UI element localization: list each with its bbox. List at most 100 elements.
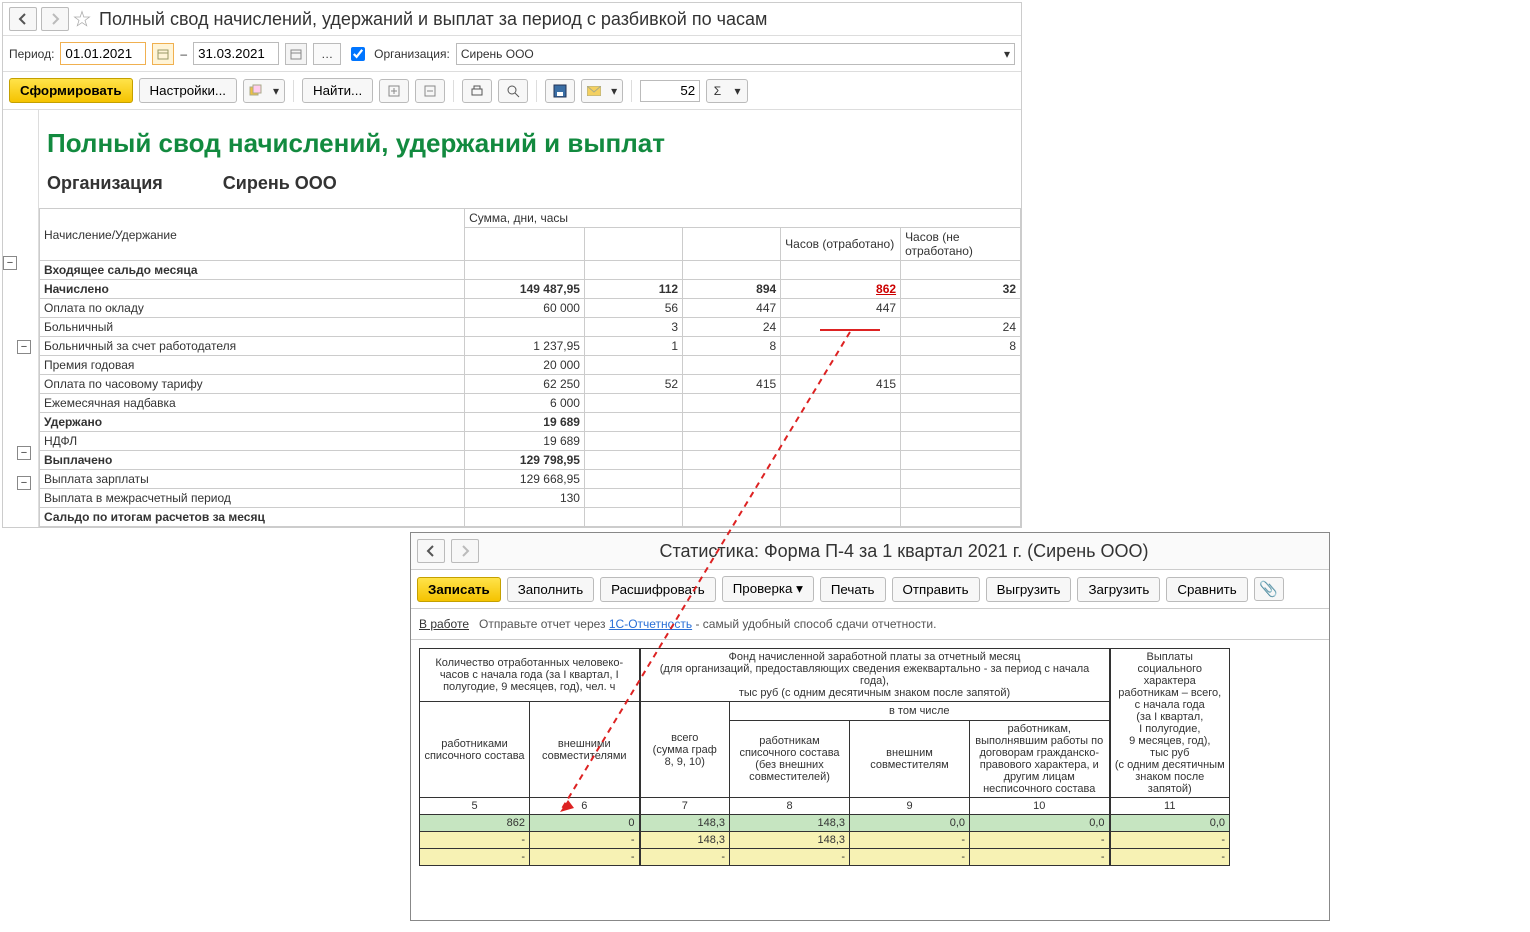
col-header-name: Начисление/Удержание <box>40 209 465 261</box>
p4-data-row[interactable]: - - - - - - - <box>420 849 1230 866</box>
table-row[interactable]: Премия годовая20 000 <box>40 356 1021 375</box>
print-button[interactable] <box>462 79 492 103</box>
star-icon[interactable] <box>73 10 91 28</box>
send-button[interactable]: Отправить <box>892 577 980 602</box>
table-row[interactable]: Сальдо по итогам расчетов за месяц <box>40 508 1021 527</box>
org-checkbox[interactable] <box>351 47 365 61</box>
preview-button[interactable] <box>498 79 528 103</box>
table-row[interactable]: Выплата зарплаты129 668,95 <box>40 470 1021 489</box>
table-row[interactable]: Больничный за счет работодателя1 237,951… <box>40 337 1021 356</box>
save-button[interactable] <box>545 79 575 103</box>
collapse-all-button[interactable] <box>415 79 445 103</box>
report-org-name: Сирень ООО <box>223 173 337 194</box>
nav-forward-button[interactable] <box>451 539 479 563</box>
collapse-toggle[interactable]: − <box>3 256 17 270</box>
report-window: Полный свод начислений, удержаний и выпл… <box>2 2 1022 528</box>
stack-icon <box>249 84 263 98</box>
find-button[interactable]: Найти... <box>302 78 373 103</box>
report-title: Полный свод начислений, удержаний и выпл… <box>39 110 1021 173</box>
magnifier-icon <box>506 84 520 98</box>
compare-button[interactable]: Сравнить <box>1166 577 1247 602</box>
arrow-right-icon <box>49 13 61 25</box>
p4-hdr-social: Выплаты социального характера работникам… <box>1110 649 1230 798</box>
col-subheader-notworked: Часов (не отработано) <box>901 228 1021 261</box>
date-to-input[interactable] <box>193 42 279 65</box>
p4-data-row[interactable]: 862 0 148,3 148,3 0,0 0,0 0,0 <box>420 815 1230 832</box>
expand-all-button[interactable] <box>379 79 409 103</box>
calendar-icon <box>157 48 169 60</box>
print-button[interactable]: Печать <box>820 577 886 602</box>
chevron-down-icon: ▾ <box>273 84 279 98</box>
sigma-button[interactable]: Σ ▾ <box>706 79 748 103</box>
p4-hdr-fund: Фонд начисленной заработной платы за отч… <box>640 649 1110 702</box>
collapse-toggle[interactable]: − <box>17 446 31 460</box>
import-button[interactable]: Загрузить <box>1077 577 1160 602</box>
table-row[interactable]: Выплата в межрасчетный период130 <box>40 489 1021 508</box>
check-button[interactable]: Проверка ▾ <box>722 576 814 602</box>
p4-hdr-fund3: работникам, выполнявшим работы по догово… <box>970 721 1110 798</box>
arrow-left-icon <box>17 13 29 25</box>
p4-col8: 8 <box>730 798 850 815</box>
p4-hdr-fund1: работникам списочного состава (без внешн… <box>730 721 850 798</box>
table-row[interactable]: Выплачено129 798,95 <box>40 451 1021 470</box>
p4-col6: 6 <box>530 798 640 815</box>
p4-hdr-hours: Количество отработанных человеко-часов с… <box>420 649 640 702</box>
nav-back-button[interactable] <box>9 7 37 31</box>
chevron-down-icon: ▾ <box>796 581 803 596</box>
table-row[interactable]: Входящее сальдо месяца <box>40 261 1021 280</box>
status-text: Отправьте отчет через <box>479 617 609 631</box>
page-title: Статистика: Форма П-4 за 1 квартал 2021 … <box>485 541 1323 562</box>
date-from-input[interactable] <box>60 42 146 65</box>
table-row[interactable]: НДФЛ19 689 <box>40 432 1021 451</box>
status-link[interactable]: В работе <box>419 617 469 631</box>
report-table: Начисление/Удержание Сумма, дни, часы Ча… <box>39 208 1021 527</box>
nav-forward-button[interactable] <box>41 7 69 31</box>
attachments-button[interactable]: 📎 <box>1254 577 1284 601</box>
org-select[interactable]: Сирень ООО ▾ <box>456 43 1015 65</box>
p4-table: Количество отработанных человеко-часов с… <box>419 648 1230 866</box>
fill-button[interactable]: Заполнить <box>507 577 594 602</box>
table-row[interactable]: Удержано19 689 <box>40 413 1021 432</box>
col-subheader-worked: Часов (отработано) <box>781 228 901 261</box>
decode-button[interactable]: Расшифровать <box>600 577 716 602</box>
stat-toolbar: Записать Заполнить Расшифровать Проверка… <box>411 570 1329 609</box>
arrow-right-icon <box>459 545 471 557</box>
calendar-icon <box>290 48 302 60</box>
date-from-calendar-button[interactable] <box>152 43 174 65</box>
date-to-calendar-button[interactable] <box>285 43 307 65</box>
table-row[interactable]: Начислено149 487,9511289486232 <box>40 280 1021 299</box>
collapse-toggle[interactable]: − <box>17 340 31 354</box>
table-row[interactable]: Больничный32424 <box>40 318 1021 337</box>
sigma-icon: Σ <box>714 84 721 98</box>
form-button[interactable]: Сформировать <box>9 78 133 103</box>
p4-col7: 7 <box>640 798 730 815</box>
p4-hdr-hours1: работниками списочного состава <box>420 702 530 798</box>
dropdown-icon: ▾ <box>1004 47 1010 61</box>
table-row[interactable]: Ежемесячная надбавка6 000 <box>40 394 1021 413</box>
variants-button[interactable]: ▾ <box>243 79 285 103</box>
nav-back-button[interactable] <box>417 539 445 563</box>
p4-col5: 5 <box>420 798 530 815</box>
collapse-icon <box>424 85 436 97</box>
table-row[interactable]: Оплата по окладу60 00056447447 <box>40 299 1021 318</box>
printer-icon <box>470 84 484 98</box>
col-header-sum: Сумма, дни, часы <box>465 209 1021 228</box>
table-row[interactable]: Оплата по часовому тарифу62 25052415415 <box>40 375 1021 394</box>
export-button[interactable]: Выгрузить <box>986 577 1072 602</box>
org-label: Организация: <box>374 47 450 61</box>
page-title: Полный свод начислений, удержаний и выпл… <box>99 9 767 30</box>
period-toolbar: Период: – … Организация: Сирень ООО ▾ <box>3 36 1021 72</box>
scale-input[interactable] <box>640 80 700 102</box>
collapse-toggle[interactable]: − <box>17 476 31 490</box>
p4-data-row[interactable]: - - 148,3 148,3 - - - <box>420 832 1230 849</box>
chevron-down-icon: ▾ <box>611 84 617 98</box>
p4-hdr-fund2: внешним совместителям <box>850 721 970 798</box>
email-button[interactable]: ▾ <box>581 79 623 103</box>
p4-col9: 9 <box>850 798 970 815</box>
save-button[interactable]: Записать <box>417 577 501 602</box>
status-1c-link[interactable]: 1С-Отчетность <box>609 617 692 631</box>
org-select-value: Сирень ООО <box>461 47 534 61</box>
settings-button[interactable]: Настройки... <box>139 78 237 103</box>
floppy-icon <box>553 84 567 98</box>
period-picker-button[interactable]: … <box>313 43 341 65</box>
